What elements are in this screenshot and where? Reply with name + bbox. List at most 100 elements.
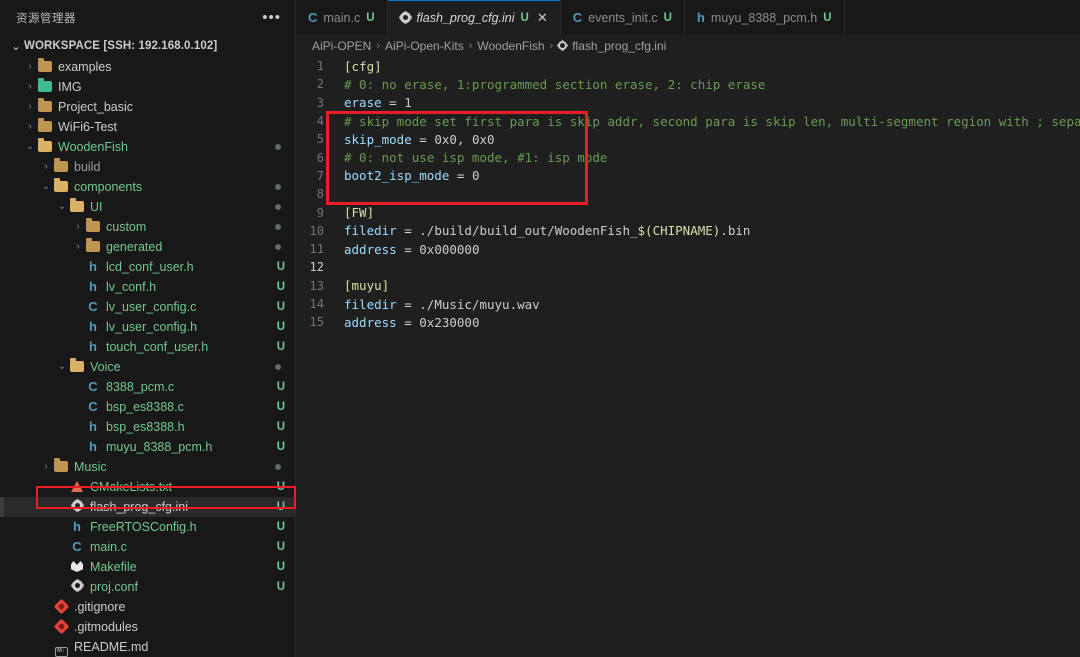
code-text[interactable]: erase = 1: [340, 95, 412, 110]
h-file-icon: h: [89, 339, 97, 354]
tree-item-proj-conf[interactable]: proj.conf U: [0, 577, 295, 597]
tree-item-examples[interactable]: › examples: [0, 57, 295, 77]
c-file-icon: C: [72, 539, 82, 554]
file-icon-wrap: [52, 618, 70, 635]
tab-status-badge: U: [520, 11, 529, 24]
tree-item-label: build: [74, 160, 101, 174]
line-number: 14: [309, 297, 324, 311]
tree-item-cmakelists-txt[interactable]: CMakeLists.txt U: [0, 477, 295, 497]
code-text[interactable]: [FW]: [340, 205, 374, 220]
git-status-badge: U: [276, 281, 285, 293]
chevron-down-icon[interactable]: ⌄: [40, 182, 52, 192]
tree-item-custom[interactable]: › custom: [0, 217, 295, 237]
code-text[interactable]: address = 0x230000: [340, 315, 479, 330]
tree-item-label: .gitmodules: [74, 620, 138, 634]
breadcrumb-part[interactable]: AiPi-OPEN: [312, 39, 371, 53]
code-line: 3 erase = 1: [296, 94, 1080, 112]
code-line: 5 skip_mode = 0x0, 0x0: [296, 130, 1080, 148]
code-line: 9 [FW]: [296, 203, 1080, 221]
chevron-down-icon[interactable]: ⌄: [56, 362, 68, 372]
tree-item-touch-conf-user-h[interactable]: h touch_conf_user.h U: [0, 337, 295, 357]
breadcrumb-part[interactable]: AiPi-Open-Kits: [385, 39, 464, 53]
tree-item-bsp-es8388-h[interactable]: h bsp_es8388.h U: [0, 417, 295, 437]
code-line: 1 [cfg]: [296, 57, 1080, 75]
tree-item-makefile[interactable]: Makefile U: [0, 557, 295, 577]
line-number: 11: [309, 242, 324, 257]
tree-item-voice[interactable]: ⌄ Voice: [0, 357, 295, 377]
tree-item-label: main.c: [90, 540, 127, 554]
workspace-root-row[interactable]: ⌄ WORKSPACE [SSH: 192.168.0.102]: [0, 35, 295, 57]
code-text[interactable]: [muyu]: [340, 278, 389, 293]
tab-label: flash_prog_cfg.ini: [416, 10, 515, 25]
tree-item-lv-user-config-h[interactable]: h lv_user_config.h U: [0, 317, 295, 337]
tree-item-ui[interactable]: ⌄ UI: [0, 197, 295, 217]
chevron-right-icon[interactable]: ›: [24, 102, 36, 112]
tree-item-lcd-conf-user-h[interactable]: h lcd_conf_user.h U: [0, 257, 295, 277]
breadcrumb-part[interactable]: WoodenFish: [477, 39, 544, 53]
tree-item-readme-md[interactable]: M↓ README.md: [0, 637, 295, 657]
code-text[interactable]: filedir = ./build/build_out/WoodenFish_$…: [340, 223, 750, 238]
code-text[interactable]: # 0: not use isp mode, #1: isp mode: [340, 150, 607, 165]
folder-open-icon: [70, 198, 84, 212]
breadcrumb-file[interactable]: flash_prog_cfg.ini: [572, 39, 666, 53]
close-icon[interactable]: ✕: [537, 10, 548, 26]
explorer-sidebar: 资源管理器 ••• ⌄ WORKSPACE [SSH: 192.168.0.10…: [0, 0, 296, 657]
code-text[interactable]: skip_mode = 0x0, 0x0: [340, 132, 495, 147]
file-icon-wrap: h: [84, 419, 102, 435]
tree-item-wifi6-test[interactable]: › WiFi6-Test: [0, 117, 295, 137]
code-text[interactable]: [cfg]: [340, 59, 382, 74]
tab-flash-prog-cfg-ini[interactable]: flash_prog_cfg.ini U ✕: [387, 0, 561, 35]
git-status-badge: U: [276, 301, 285, 313]
tab-label: main.c: [323, 10, 361, 25]
chevron-right-icon[interactable]: ›: [72, 222, 84, 232]
line-number: 12: [309, 260, 324, 275]
chevron-right-icon[interactable]: ›: [24, 82, 36, 92]
tree-item-music[interactable]: › Music: [0, 457, 295, 477]
code-editor[interactable]: 1 [cfg] 2 # 0: no erase, 1:programmed secti…: [296, 57, 1080, 657]
ellipsis-icon[interactable]: •••: [258, 10, 285, 25]
chevron-right-icon[interactable]: ›: [40, 462, 52, 472]
file-tree[interactable]: ⌄ WORKSPACE [SSH: 192.168.0.102] › exampl…: [0, 35, 295, 657]
breadcrumb[interactable]: AiPi-OPEN › AiPi-Open-Kits › WoodenFish › flas…: [296, 35, 1080, 57]
tree-item-muyu-8388-pcm-h[interactable]: h muyu_8388_pcm.h U: [0, 437, 295, 457]
chevron-right-icon[interactable]: ›: [24, 62, 36, 72]
tree-item-project-basic[interactable]: › Project_basic: [0, 97, 295, 117]
tree-item-build[interactable]: › build: [0, 157, 295, 177]
file-icon-wrap: [52, 158, 70, 175]
tree-item-8388-pcm-c[interactable]: C 8388_pcm.c U: [0, 377, 295, 397]
chevron-down-icon[interactable]: ⌄: [24, 142, 36, 152]
tree-item-freertosconfig-h[interactable]: h FreeRTOSConfig.h U: [0, 517, 295, 537]
tree-item-generated[interactable]: › generated: [0, 237, 295, 257]
tree-item--gitignore[interactable]: .gitignore: [0, 597, 295, 617]
code-text[interactable]: # 0: no erase, 1:programmed section eras…: [340, 77, 765, 92]
chevron-right-icon[interactable]: ›: [40, 162, 52, 172]
chevron-down-icon[interactable]: ⌄: [56, 202, 68, 212]
tree-item-woodenfish[interactable]: ⌄ WoodenFish: [0, 137, 295, 157]
tree-item-lv-conf-h[interactable]: h lv_conf.h U: [0, 277, 295, 297]
code-text[interactable]: boot2_isp_mode = 0: [340, 168, 479, 183]
vscode-window: 资源管理器 ••• ⌄ WORKSPACE [SSH: 192.168.0.10…: [0, 0, 1080, 657]
gear-icon: [399, 11, 411, 23]
chevron-right-icon[interactable]: ›: [24, 122, 36, 132]
code-token: [FW]: [344, 205, 375, 221]
file-icon-wrap: h: [84, 339, 102, 355]
tab-main-c[interactable]: Cmain.c U: [296, 0, 388, 35]
chevron-right-icon[interactable]: ›: [72, 242, 84, 252]
tab-muyu-8388-pcm-h[interactable]: h muyu_8388_pcm.h U: [684, 0, 845, 35]
tab-events-init-c[interactable]: Cevents_init.c U: [560, 0, 685, 35]
tree-item-img[interactable]: › IMG: [0, 77, 295, 97]
code-text[interactable]: address = 0x000000: [340, 242, 479, 257]
tree-item-flash-prog-cfg-ini[interactable]: flash_prog_cfg.ini U: [0, 497, 295, 517]
tree-item--gitmodules[interactable]: .gitmodules: [0, 617, 295, 637]
code-token: 0x000000: [419, 241, 480, 257]
tree-item-main-c[interactable]: Cmain.c U: [0, 537, 295, 557]
tree-item-bsp-es8388-c[interactable]: Cbsp_es8388.c U: [0, 397, 295, 417]
tree-item-label: README.md: [74, 640, 149, 654]
tree-item-lv-user-config-c[interactable]: Clv_user_config.c U: [0, 297, 295, 317]
editor-tabbar[interactable]: Cmain.c U flash_prog_cfg.ini U ✕ Cevents_init…: [296, 0, 1080, 35]
line-number: 3: [316, 95, 324, 110]
code-line: 2 # 0: no erase, 1:programmed section era…: [296, 75, 1080, 93]
tree-item-components[interactable]: ⌄ components: [0, 177, 295, 197]
code-text[interactable]: # skip mode set first para is skip addr,…: [340, 114, 1080, 129]
code-text[interactable]: filedir = ./Music/muyu.wav: [340, 297, 540, 312]
